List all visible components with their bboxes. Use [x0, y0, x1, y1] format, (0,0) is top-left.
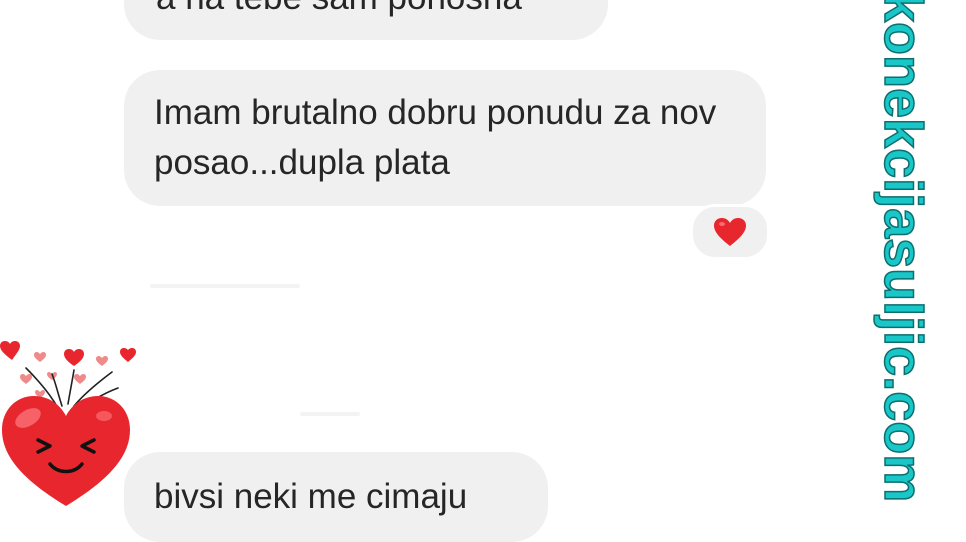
- message-bubble-received[interactable]: Imam brutalno dobru ponudu za nov posao.…: [124, 70, 766, 206]
- message-text: a na tebe sam ponosna: [156, 0, 522, 23]
- message-bubble-received[interactable]: a na tebe sam ponosna: [124, 0, 608, 40]
- divider: [150, 284, 300, 288]
- watermark: konekcijasuljic.com: [872, 0, 952, 540]
- heart-face-sticker-icon: [0, 341, 136, 506]
- red-heart-icon: [714, 218, 746, 246]
- divider: [300, 412, 360, 416]
- message-text: bivsi neki me cimaju: [154, 477, 468, 516]
- message-bubble-received[interactable]: bivsi neki me cimaju: [124, 452, 548, 542]
- watermark-text: konekcijasuljic.com: [872, 0, 934, 503]
- message-text: Imam brutalno dobru ponudu za nov posao.…: [154, 93, 717, 182]
- message-reaction[interactable]: [690, 204, 770, 260]
